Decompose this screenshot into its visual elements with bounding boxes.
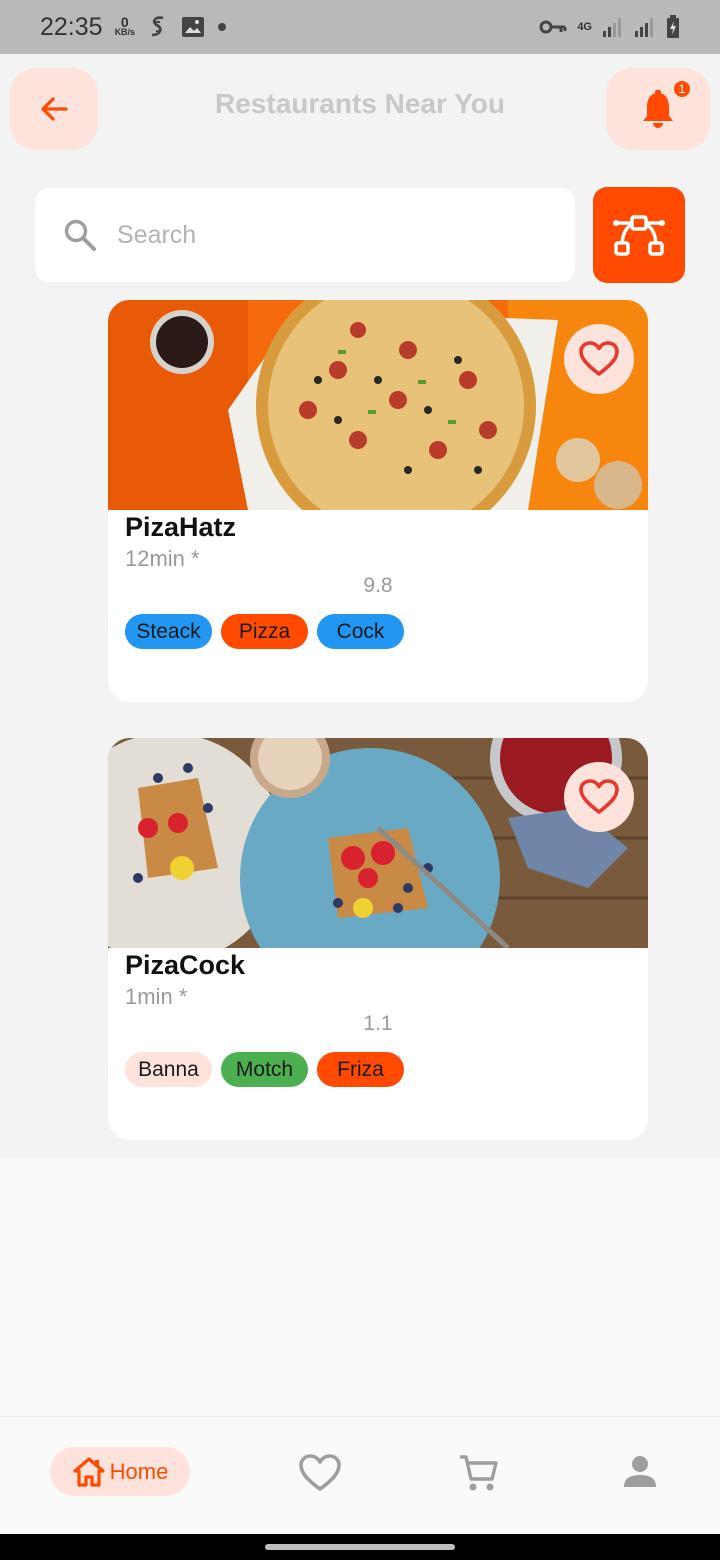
- restaurant-image: [108, 300, 648, 510]
- rating: 1.1: [363, 1012, 393, 1035]
- nav-home-label: Home: [109, 1458, 169, 1484]
- heart-outline-icon: [579, 779, 619, 814]
- tag-chip: Banna: [125, 1052, 212, 1087]
- bell-icon: [643, 90, 673, 128]
- restaurant-image: [108, 738, 648, 948]
- favorite-button[interactable]: [564, 324, 634, 394]
- network-speed-value: 0: [120, 14, 129, 30]
- notifications-button[interactable]: 1: [606, 68, 710, 150]
- restaurant-name: PizaCock: [125, 950, 246, 980]
- notification-badge: 1: [672, 79, 692, 99]
- vpn-key-icon: [539, 19, 567, 35]
- tag-chip: Steack: [125, 614, 212, 649]
- tag-chip: Pizza: [221, 614, 308, 649]
- tag-list: Banna Motch Friza: [125, 1052, 404, 1087]
- nav-home-button[interactable]: Home: [50, 1447, 190, 1496]
- restaurant-card[interactable]: PizaHatz 12min * 9.8 Steack Pizza Cock: [108, 300, 648, 702]
- nav-favorites-button[interactable]: [298, 1453, 342, 1498]
- network-speed: 0 KB/s: [114, 14, 136, 37]
- tag-chip: Friza: [317, 1052, 404, 1087]
- tag-list: Steack Pizza Cock: [125, 614, 404, 649]
- delivery-time: 1min *: [125, 984, 188, 1009]
- search-bar[interactable]: [35, 188, 575, 282]
- image-icon: [181, 16, 205, 38]
- bezier-curve-icon: [613, 215, 665, 256]
- battery-icon: [666, 15, 680, 39]
- tag-chip: Cock: [317, 614, 404, 649]
- signal-icon-2: [634, 16, 656, 38]
- delivery-time: 12min *: [125, 546, 200, 571]
- signal-icon: [602, 16, 624, 38]
- person-icon: [624, 1456, 656, 1487]
- cart-icon: [460, 1455, 498, 1491]
- search-input[interactable]: [117, 220, 497, 250]
- network-type: 4G: [577, 21, 592, 33]
- status-bar: 22:35 0 KB/s 4G: [0, 0, 720, 54]
- rating: 9.8: [363, 574, 393, 597]
- filter-button[interactable]: [593, 187, 685, 283]
- search-icon: [64, 219, 96, 251]
- heart-outline-icon: [579, 341, 619, 376]
- tag-chip: Motch: [221, 1052, 308, 1087]
- favorite-button[interactable]: [564, 762, 634, 832]
- app-header: Restaurants Near You 1: [0, 54, 720, 174]
- system-navigation-bar: [0, 1534, 720, 1560]
- sync-icon: [147, 14, 169, 40]
- nav-profile-button[interactable]: [622, 1453, 658, 1496]
- nav-cart-button[interactable]: [458, 1453, 500, 1498]
- home-icon: [73, 1456, 105, 1487]
- status-time: 22:35: [40, 12, 103, 41]
- bottom-navigation: Home: [0, 1416, 720, 1534]
- home-gesture-handle[interactable]: [265, 1544, 455, 1550]
- empty-content-area: [0, 1158, 720, 1416]
- dot-icon: [217, 22, 227, 32]
- heart-icon: [299, 1454, 341, 1491]
- restaurant-name: PizaHatz: [125, 512, 237, 542]
- restaurant-card[interactable]: PizaCock 1min * 1.1 Banna Motch Friza: [108, 738, 648, 1140]
- network-speed-unit: KB/s: [114, 27, 136, 37]
